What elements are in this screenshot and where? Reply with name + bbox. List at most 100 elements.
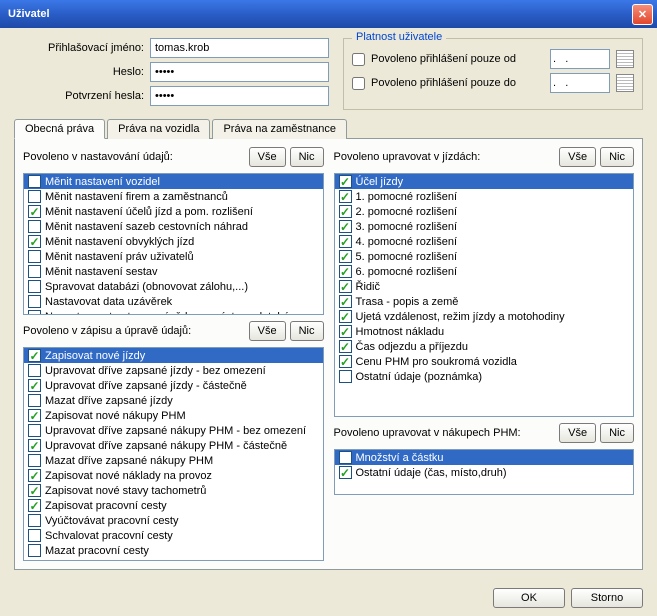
list-item[interactable]: Upravovat dříve zapsané jízdy - bez omez…	[24, 363, 323, 378]
checkbox-icon[interactable]	[339, 295, 352, 308]
section3-all-button[interactable]: Vše	[559, 147, 596, 167]
checkbox-icon[interactable]	[339, 340, 352, 353]
list-item[interactable]: Zapisovat nové nákupy PHM	[24, 408, 323, 423]
list-item[interactable]: Zapisovat nové stavy tachometrů	[24, 483, 323, 498]
list-item[interactable]: Zapisovat nové náklady na provoz	[24, 468, 323, 483]
checkbox-icon[interactable]	[28, 469, 41, 482]
checkbox-icon[interactable]	[339, 325, 352, 338]
list-item[interactable]: 3. pomocné rozlišení	[335, 219, 634, 234]
section4-list[interactable]: Množství a částkuOstatní údaje (čas, mís…	[334, 449, 635, 495]
list-item[interactable]: Zapisovat nové jízdy	[24, 348, 323, 363]
checkbox-icon[interactable]	[28, 265, 41, 278]
tab-vehicle-rights[interactable]: Práva na vozidla	[107, 119, 210, 139]
tab-general-rights[interactable]: Obecná práva	[14, 119, 105, 139]
section2-none-button[interactable]: Nic	[290, 321, 324, 341]
list-item[interactable]: Zapisovat pracovní cesty	[24, 498, 323, 513]
list-item[interactable]: 6. pomocné rozlišení	[335, 264, 634, 279]
list-item[interactable]: Mazat dříve zapsané nákupy PHM	[24, 453, 323, 468]
list-item[interactable]: Čas odjezdu a příjezdu	[335, 339, 634, 354]
checkbox-icon[interactable]	[28, 484, 41, 497]
checkbox-icon[interactable]	[28, 544, 41, 557]
calendar-icon[interactable]	[616, 74, 634, 92]
section4-all-button[interactable]: Vše	[559, 423, 596, 443]
checkbox-icon[interactable]	[339, 280, 352, 293]
section1-list[interactable]: Měnit nastavení vozidelMěnit nastavení f…	[23, 173, 324, 315]
close-button[interactable]: ✕	[632, 4, 653, 25]
checkbox-icon[interactable]	[28, 379, 41, 392]
list-item[interactable]: Trasa - popis a země	[335, 294, 634, 309]
list-item[interactable]: 4. pomocné rozlišení	[335, 234, 634, 249]
ok-button[interactable]: OK	[493, 588, 565, 608]
list-item[interactable]: Upravovat dříve zapsané jízdy - částečně	[24, 378, 323, 393]
checkbox-icon[interactable]	[339, 235, 352, 248]
list-item[interactable]: Účel jízdy	[335, 174, 634, 189]
list-item[interactable]: Upravovat dříve zapsané nákupy PHM - bez…	[24, 423, 323, 438]
list-item[interactable]: Měnit nastavení sestav	[24, 264, 323, 279]
checkbox-icon[interactable]	[28, 310, 41, 315]
checkbox-icon[interactable]	[28, 250, 41, 263]
section4-none-button[interactable]: Nic	[600, 423, 634, 443]
list-item[interactable]: Měnit nastavení sazeb cestovních náhrad	[24, 219, 323, 234]
checkbox-icon[interactable]	[28, 424, 41, 437]
list-item[interactable]: Nastavovat data uzávěrek	[24, 294, 323, 309]
section2-list[interactable]: Zapisovat nové jízdyUpravovat dříve zaps…	[23, 347, 324, 561]
tab-employee-rights[interactable]: Práva na zaměstnance	[212, 119, 347, 139]
list-item[interactable]: Ostatní údaje (čas, místo,druh)	[335, 465, 634, 480]
list-item[interactable]: Měnit nastavení vozidel	[24, 174, 323, 189]
checkbox-icon[interactable]	[28, 220, 41, 233]
checkbox-icon[interactable]	[339, 355, 352, 368]
checkbox-icon[interactable]	[28, 499, 41, 512]
checkbox-icon[interactable]	[339, 466, 352, 479]
checkbox-icon[interactable]	[339, 190, 352, 203]
confirm-input[interactable]	[150, 86, 329, 106]
checkbox-icon[interactable]	[28, 349, 41, 362]
section1-none-button[interactable]: Nic	[290, 147, 324, 167]
list-item[interactable]: Cenu PHM pro soukromá vozidla	[335, 354, 634, 369]
checkbox-icon[interactable]	[28, 205, 41, 218]
checkbox-icon[interactable]	[339, 265, 352, 278]
validity-from-date[interactable]	[550, 49, 610, 69]
checkbox-icon[interactable]	[28, 175, 41, 188]
checkbox-icon[interactable]	[339, 451, 352, 464]
list-item[interactable]: Množství a částku	[335, 450, 634, 465]
list-item[interactable]: Měnit nastavení účelů jízd a pom. rozliš…	[24, 204, 323, 219]
username-input[interactable]	[150, 38, 329, 58]
list-item[interactable]: Měnit nastavení práv uživatelů	[24, 249, 323, 264]
list-item[interactable]: Řidič	[335, 279, 634, 294]
checkbox-icon[interactable]	[28, 529, 41, 542]
checkbox-icon[interactable]	[339, 175, 352, 188]
checkbox-icon[interactable]	[339, 205, 352, 218]
list-item[interactable]: Mazat dříve zapsané jízdy	[24, 393, 323, 408]
checkbox-icon[interactable]	[28, 514, 41, 527]
section3-none-button[interactable]: Nic	[600, 147, 634, 167]
list-item[interactable]: Schvalovat pracovní cesty	[24, 528, 323, 543]
checkbox-icon[interactable]	[28, 364, 41, 377]
validity-from-checkbox[interactable]	[352, 53, 365, 66]
validity-to-checkbox[interactable]	[352, 77, 365, 90]
checkbox-icon[interactable]	[339, 370, 352, 383]
list-item[interactable]: Ostatní údaje (poznámka)	[335, 369, 634, 384]
section3-list[interactable]: Účel jízdy1. pomocné rozlišení2. pomocné…	[334, 173, 635, 417]
checkbox-icon[interactable]	[28, 454, 41, 467]
list-item[interactable]: Vyúčtovávat pracovní cesty	[24, 513, 323, 528]
checkbox-icon[interactable]	[339, 310, 352, 323]
list-item[interactable]: Spravovat databázi (obnovovat zálohu,...…	[24, 279, 323, 294]
checkbox-icon[interactable]	[28, 280, 41, 293]
list-item[interactable]: 5. pomocné rozlišení	[335, 249, 634, 264]
calendar-icon[interactable]	[616, 50, 634, 68]
validity-to-date[interactable]	[550, 73, 610, 93]
list-item[interactable]: Nenastavovat autom. uzávěrku po výstupu …	[24, 309, 323, 315]
list-item[interactable]: Měnit nastavení obvyklých jízd	[24, 234, 323, 249]
checkbox-icon[interactable]	[28, 439, 41, 452]
cancel-button[interactable]: Storno	[571, 588, 643, 608]
password-input[interactable]	[150, 62, 329, 82]
checkbox-icon[interactable]	[28, 235, 41, 248]
checkbox-icon[interactable]	[339, 250, 352, 263]
list-item[interactable]: Mazat pracovní cesty	[24, 543, 323, 558]
checkbox-icon[interactable]	[28, 190, 41, 203]
checkbox-icon[interactable]	[28, 394, 41, 407]
section2-all-button[interactable]: Vše	[249, 321, 286, 341]
list-item[interactable]: 2. pomocné rozlišení	[335, 204, 634, 219]
list-item[interactable]: Ujetá vzdálenost, režim jízdy a motohodi…	[335, 309, 634, 324]
checkbox-icon[interactable]	[28, 295, 41, 308]
